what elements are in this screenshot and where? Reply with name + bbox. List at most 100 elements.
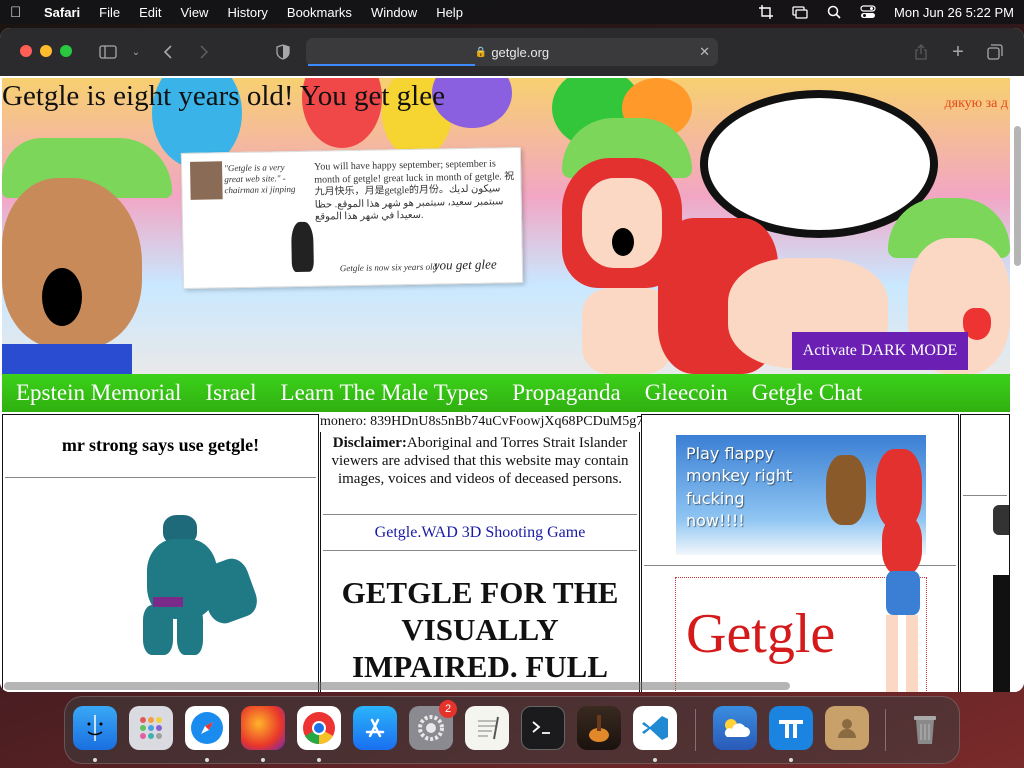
sidebar-icon[interactable] (96, 40, 120, 64)
running-indicator (261, 758, 265, 762)
nav-gleecoin[interactable]: Gleecoin (645, 380, 728, 406)
menu-history[interactable]: History (227, 5, 267, 20)
divider (963, 495, 1007, 496)
vscode-icon[interactable] (633, 706, 677, 750)
running-indicator (653, 758, 657, 762)
menu-view[interactable]: View (181, 5, 209, 20)
menu-bar:  Safari File Edit View History Bookmark… (0, 0, 1024, 24)
safari-window: ⌄ 🔒 getgle.org ✕ + Getgle is eight years… (0, 28, 1024, 692)
nav-getgle-chat[interactable]: Getgle Chat (752, 380, 863, 406)
apple-icon[interactable]:  (10, 4, 30, 21)
divider (323, 514, 637, 515)
trash-icon[interactable] (903, 706, 947, 750)
cartoon-boy-illustration (2, 138, 172, 374)
cut-off-image (993, 575, 1009, 692)
menu-window[interactable]: Window (371, 5, 417, 20)
chrome-icon[interactable] (297, 706, 341, 750)
middle-column: Disclaimer:Aboriginal and Torres Strait … (320, 414, 640, 692)
browser-toolbar: ⌄ 🔒 getgle.org ✕ + (0, 28, 1024, 76)
mindmaster-icon[interactable] (769, 706, 813, 750)
finder-icon[interactable] (73, 706, 117, 750)
announcement-board: "Getgle is a very great web site." - cha… (180, 147, 524, 289)
weather-icon[interactable] (713, 706, 757, 750)
spotlight-search-icon[interactable] (826, 5, 842, 19)
mr-strong-figure (133, 515, 263, 665)
control-center-icon[interactable] (860, 5, 876, 19)
lock-icon: 🔒 (474, 46, 488, 58)
url-text: getgle.org (491, 44, 550, 60)
main-navigation: Epstein Memorial Israel Learn The Male T… (2, 374, 1010, 412)
privacy-shield-icon[interactable] (271, 40, 295, 64)
app-store-icon[interactable] (353, 706, 397, 750)
forward-arrow-icon[interactable] (192, 40, 216, 64)
back-arrow-icon[interactable] (156, 40, 180, 64)
nav-propaganda[interactable]: Propaganda (512, 380, 621, 406)
monkey-illustration (826, 455, 866, 525)
getgle-wad-link[interactable]: Getgle.WAD 3D Shooting Game (321, 524, 639, 542)
tab-overview-icon[interactable] (983, 40, 1007, 64)
mr-strong-heading: mr strong says use getgle! (61, 435, 260, 455)
nav-learn-male-types[interactable]: Learn The Male Types (281, 380, 489, 406)
launchpad-icon[interactable] (129, 706, 173, 750)
board-footer: Getgle is now six years old (339, 261, 438, 274)
share-icon[interactable] (909, 40, 933, 64)
terminal-icon[interactable] (521, 706, 565, 750)
activate-dark-mode-button[interactable]: Activate DARK MODE (792, 332, 968, 370)
notification-badge: 2 (439, 700, 457, 718)
far-right-column (960, 414, 1010, 692)
disclaimer-label: Disclaimer: (332, 435, 407, 451)
disclaimer: Disclaimer:Aboriginal and Torres Strait … (327, 434, 633, 488)
divider (323, 550, 637, 551)
system-settings-icon[interactable]: 2 (409, 700, 457, 750)
close-window-button[interactable] (20, 45, 32, 57)
dock: 2 (64, 696, 960, 764)
dock-separator (885, 709, 886, 751)
address-bar[interactable]: 🔒 getgle.org ✕ (306, 38, 718, 66)
penguin-icon (291, 221, 314, 273)
menu-app-name[interactable]: Safari (44, 5, 80, 20)
running-indicator (93, 758, 97, 762)
safari-icon[interactable] (185, 706, 229, 750)
garageband-icon[interactable] (577, 706, 621, 750)
minimize-window-button[interactable] (40, 45, 52, 57)
horizontal-scrollbar[interactable] (4, 682, 790, 690)
running-indicator (317, 758, 321, 762)
menu-edit[interactable]: Edit (139, 5, 161, 20)
banner-title: Getgle is eight years old! You get glee (2, 80, 445, 112)
nav-israel[interactable]: Israel (205, 380, 256, 406)
banner-thanks-text: дякую за д (944, 96, 1009, 111)
anime-girl-standing-illustration (872, 515, 932, 692)
firefox-icon[interactable] (241, 706, 285, 750)
textedit-icon[interactable] (465, 706, 509, 750)
board-text: You will have happy september; september… (314, 158, 515, 223)
page-load-progress (308, 64, 476, 66)
visually-impaired-heading: GETGLE FOR THE VISUALLY IMPAIRED. FULL (341, 575, 619, 685)
anniversary-banner: Getgle is eight years old! You get glee … (2, 78, 1010, 374)
getgle-logo-text: Getgle (686, 603, 836, 665)
flappy-monkey-text: Play flappy monkey right fucking now!!!! (686, 444, 793, 531)
fullscreen-window-button[interactable] (60, 45, 72, 57)
left-column: mr strong says use getgle! (2, 414, 319, 692)
stop-loading-icon[interactable]: ✕ (699, 44, 710, 60)
menu-bookmarks[interactable]: Bookmarks (287, 5, 352, 20)
running-indicator (205, 758, 209, 762)
menu-file[interactable]: File (99, 5, 120, 20)
web-page: Getgle is eight years old! You get glee … (0, 76, 1024, 692)
divider (5, 477, 316, 478)
vertical-scrollbar[interactable] (1014, 126, 1021, 266)
screen-mirroring-icon[interactable] (792, 5, 808, 19)
dock-separator (695, 709, 696, 751)
menu-help[interactable]: Help (436, 5, 463, 20)
chevron-down-icon[interactable]: ⌄ (124, 40, 148, 64)
new-tab-icon[interactable]: + (946, 40, 970, 64)
cut-off-button[interactable] (993, 505, 1009, 535)
board-quote: "Getgle is a very great web site." - cha… (224, 162, 296, 195)
menu-clock[interactable]: Mon Jun 26 5:22 PM (894, 5, 1014, 20)
contacts-icon[interactable] (825, 706, 869, 750)
xi-jinping-photo (189, 161, 223, 200)
nav-epstein-memorial[interactable]: Epstein Memorial (16, 380, 181, 406)
crop-icon[interactable] (758, 5, 774, 19)
board-you-get-glee: you get glee (433, 256, 497, 273)
right-column: Play flappy monkey right fucking now!!!!… (641, 414, 959, 692)
running-indicator (789, 758, 793, 762)
